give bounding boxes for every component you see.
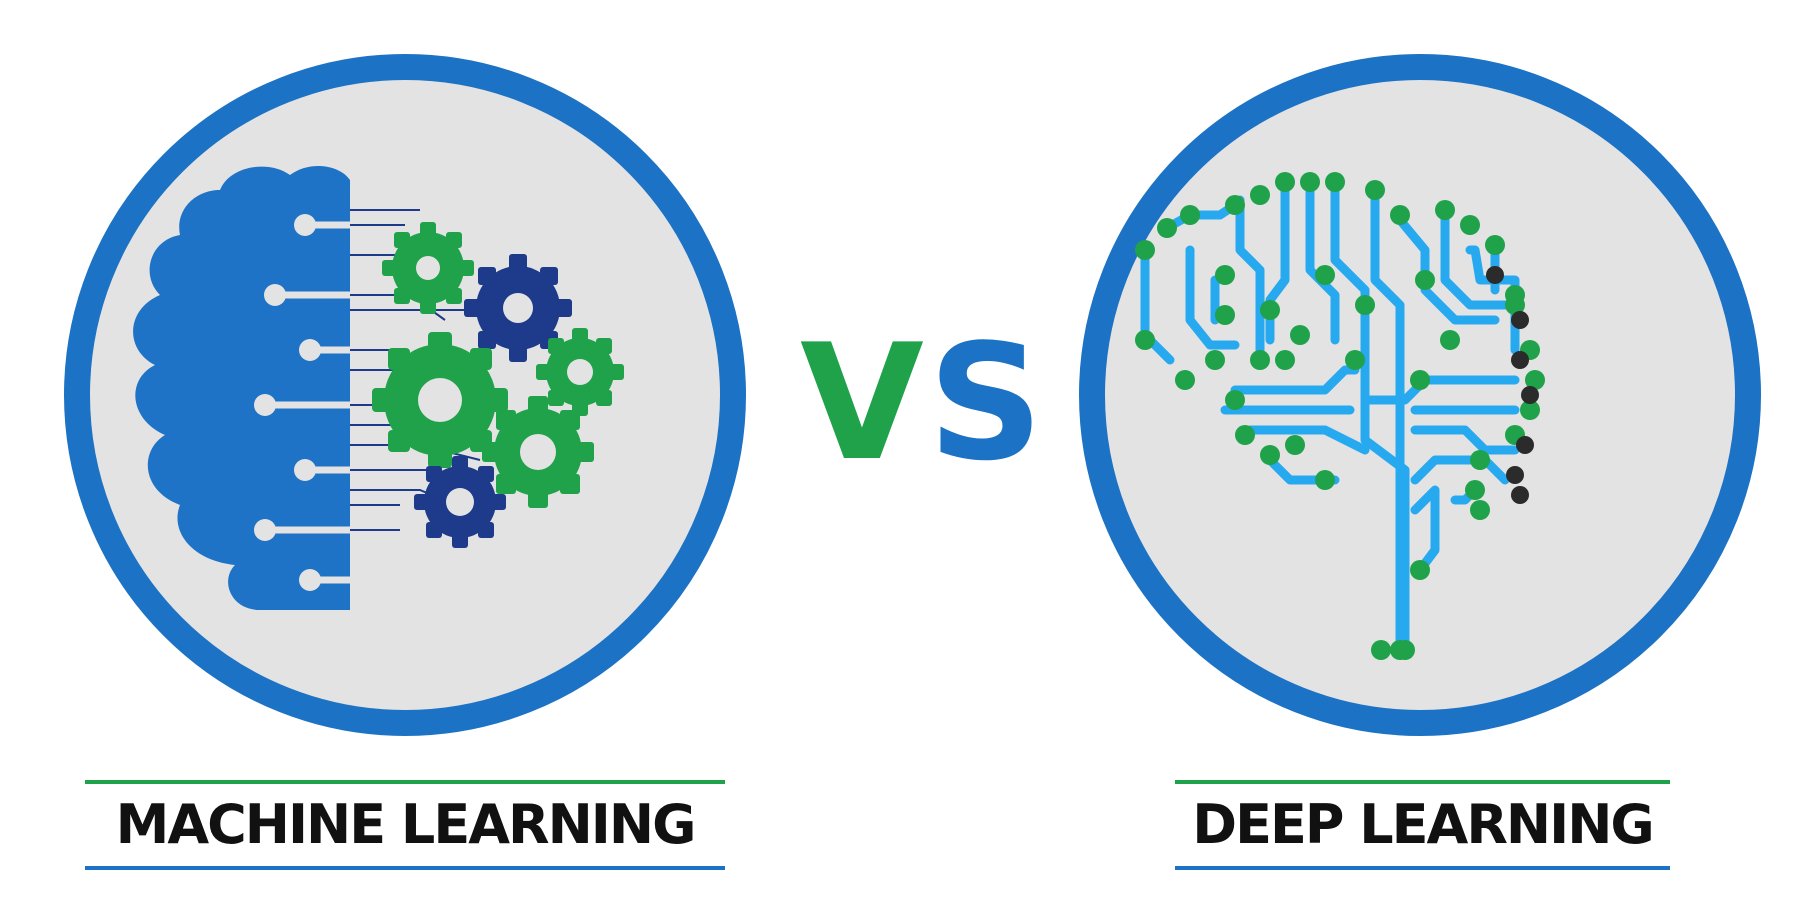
versus-letter-v: V xyxy=(800,330,924,480)
emblem-ring xyxy=(1079,54,1761,736)
gear-icon-green-bottom xyxy=(482,396,594,508)
gear-icon-small-green xyxy=(382,222,474,314)
machine-learning-emblem xyxy=(64,54,746,736)
versus-letter-s: S xyxy=(928,330,1040,480)
deep-learning-emblem xyxy=(1079,54,1761,736)
deep-learning-panel: DEEP LEARNING xyxy=(1040,0,1798,913)
gear-icon-navy-bottom xyxy=(414,456,506,548)
gear-icon-green-right xyxy=(536,328,624,416)
deep-learning-caption: DEEP LEARNING xyxy=(1175,780,1670,870)
machine-learning-panel: MACHINE LEARNING xyxy=(0,0,760,913)
machine-learning-title: MACHINE LEARNING xyxy=(115,793,697,856)
machine-learning-caption: MACHINE LEARNING xyxy=(85,780,725,870)
versus-mark: V S xyxy=(800,330,1040,480)
deep-learning-title: DEEP LEARNING xyxy=(1192,793,1654,856)
